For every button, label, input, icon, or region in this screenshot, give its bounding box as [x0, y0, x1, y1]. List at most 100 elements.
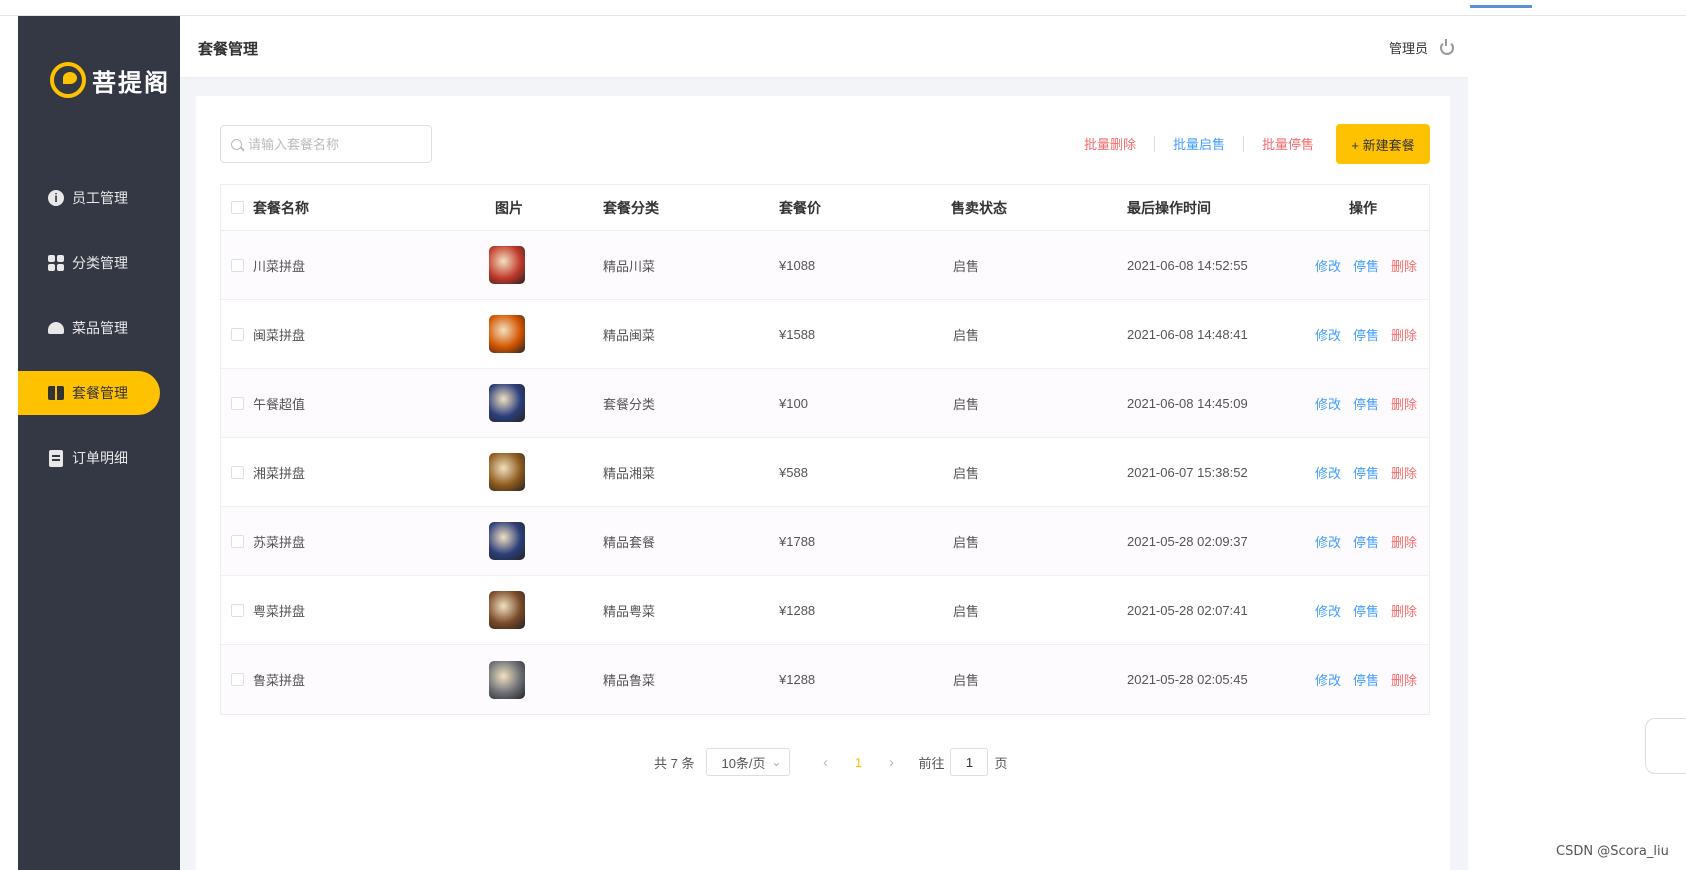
info-icon: i — [48, 190, 64, 206]
setmeal-name: 苏菜拼盘 — [253, 534, 306, 550]
delete-button[interactable]: 删除 — [1391, 670, 1417, 689]
sidebar-item-employee[interactable]: i 员工管理 — [18, 176, 192, 220]
disable-button[interactable]: 停售 — [1353, 532, 1379, 551]
column-header-name: 套餐名称 — [253, 199, 309, 216]
setmeal-status: 启售 — [953, 258, 980, 274]
disable-button[interactable]: 停售 — [1353, 601, 1379, 620]
thumbnail-image — [489, 315, 525, 353]
setmeal-price: ¥1588 — [779, 326, 816, 342]
edit-button[interactable]: 修改 — [1315, 325, 1341, 344]
search-input[interactable] — [248, 136, 418, 152]
sidebar-item-label: 订单明细 — [72, 450, 128, 466]
thumbnail-image — [489, 591, 525, 629]
power-icon[interactable] — [1440, 38, 1454, 55]
row-checkbox[interactable] — [231, 327, 244, 341]
disable-button[interactable]: 停售 — [1353, 394, 1379, 413]
edit-button[interactable]: 修改 — [1315, 532, 1341, 551]
edit-button[interactable]: 修改 — [1315, 670, 1341, 689]
row-checkbox[interactable] — [231, 603, 244, 617]
edit-button[interactable]: 修改 — [1315, 394, 1341, 413]
setmeal-status: 启售 — [953, 534, 980, 550]
column-header-actions: 操作 — [1349, 199, 1377, 216]
sidebar-item-label: 分类管理 — [72, 255, 128, 271]
disable-button[interactable]: 停售 — [1353, 325, 1379, 344]
row-checkbox[interactable] — [231, 673, 244, 686]
divider — [1154, 135, 1156, 152]
user-area: 管理员 — [1389, 38, 1454, 57]
table-row: 湘菜拼盘 精品湘菜 ¥588 启售 2021-06-07 15:38:52 修改… — [221, 438, 1429, 507]
sidebar-item-label: 员工管理 — [72, 190, 128, 206]
setmeal-image — [489, 660, 525, 699]
row-actions: 修改 停售 删除 — [1315, 256, 1417, 275]
setmeal-status: 启售 — [953, 396, 980, 412]
row-actions: 修改 停售 删除 — [1315, 394, 1417, 413]
user-name[interactable]: 管理员 — [1389, 38, 1428, 57]
setmeal-name: 湘菜拼盘 — [253, 465, 306, 481]
disable-button[interactable]: 停售 — [1353, 463, 1379, 482]
page-size-value: 10条/页 — [721, 755, 766, 771]
select-all-checkbox[interactable] — [231, 201, 244, 214]
batch-disable-button[interactable]: 批量停售 — [1262, 134, 1314, 153]
setmeal-name: 闽菜拼盘 — [253, 327, 306, 343]
next-page-button[interactable]: › — [876, 754, 906, 771]
setmeal-price: ¥1788 — [779, 533, 816, 549]
delete-button[interactable]: 删除 — [1391, 325, 1417, 344]
page-title: 套餐管理 — [198, 41, 259, 58]
row-actions: 修改 停售 删除 — [1315, 532, 1417, 551]
new-setmeal-button[interactable]: + 新建套餐 — [1336, 124, 1430, 164]
page-size-select[interactable]: 10条/页 ⌄ — [706, 748, 791, 776]
setmeal-time: 2021-06-08 14:48:41 — [1127, 326, 1248, 342]
sidebar-item-dish[interactable]: 菜品管理 — [18, 306, 192, 350]
disable-button[interactable]: 停售 — [1353, 670, 1379, 689]
delete-button[interactable]: 删除 — [1391, 601, 1417, 620]
delete-button[interactable]: 删除 — [1391, 394, 1417, 413]
setmeal-name: 粤菜拼盘 — [253, 603, 306, 619]
sidebar: 菩提阁 i 员工管理 分类管理 菜品管理 套餐管理 订单明细 — [18, 16, 192, 870]
current-page[interactable]: 1 — [840, 755, 876, 770]
sidebar-nav: i 员工管理 分类管理 菜品管理 套餐管理 订单明细 — [18, 176, 192, 501]
setmeal-category: 精品川菜 — [603, 258, 656, 274]
floating-widget[interactable] — [1645, 718, 1686, 774]
batch-enable-button[interactable]: 批量启售 — [1173, 134, 1225, 153]
column-header-time: 最后操作时间 — [1127, 199, 1211, 216]
edit-button[interactable]: 修改 — [1315, 463, 1341, 482]
setmeal-status: 启售 — [953, 327, 980, 343]
setmeal-category: 精品粤菜 — [603, 603, 656, 619]
setmeal-image — [489, 453, 525, 491]
delete-button[interactable]: 删除 — [1391, 532, 1417, 551]
setmeal-price: ¥1288 — [779, 602, 816, 618]
setmeal-name: 鲁菜拼盘 — [253, 673, 306, 688]
thumbnail-image — [489, 522, 525, 560]
edit-button[interactable]: 修改 — [1315, 256, 1341, 275]
row-checkbox[interactable] — [231, 465, 244, 479]
sidebar-item-order[interactable]: 订单明细 — [18, 436, 192, 480]
total-count: 共 7 条 — [654, 755, 695, 771]
thumbnail-image — [489, 453, 525, 491]
sidebar-item-setmeal[interactable]: 套餐管理 — [18, 371, 160, 415]
clipboard-icon — [48, 449, 64, 467]
batch-delete-button[interactable]: 批量删除 — [1084, 134, 1136, 153]
setmeal-time: 2021-06-07 15:38:52 — [1127, 464, 1248, 480]
sidebar-item-category[interactable]: 分类管理 — [18, 241, 192, 285]
page-suffix: 页 — [994, 755, 1008, 771]
search-icon — [231, 138, 242, 150]
search-box[interactable] — [220, 125, 432, 163]
setmeal-status: 启售 — [953, 673, 980, 688]
row-actions: 修改 停售 删除 — [1315, 463, 1417, 482]
setmeal-image — [489, 246, 525, 284]
header: 套餐管理 管理员 — [180, 16, 1468, 78]
row-actions: 修改 停售 删除 — [1315, 670, 1417, 689]
delete-button[interactable]: 删除 — [1391, 256, 1417, 275]
page-jump-input[interactable] — [950, 748, 989, 776]
edit-button[interactable]: 修改 — [1315, 601, 1341, 620]
chevron-down-icon: ⌄ — [771, 755, 782, 769]
setmeal-price: ¥100 — [779, 395, 808, 411]
row-checkbox[interactable] — [231, 534, 244, 548]
delete-button[interactable]: 删除 — [1391, 463, 1417, 482]
cloche-icon — [48, 320, 64, 336]
prev-page-button[interactable]: ‹ — [810, 754, 840, 771]
row-checkbox[interactable] — [231, 396, 244, 410]
disable-button[interactable]: 停售 — [1353, 256, 1379, 275]
row-checkbox[interactable] — [231, 258, 244, 272]
sidebar-item-label: 套餐管理 — [72, 385, 128, 401]
